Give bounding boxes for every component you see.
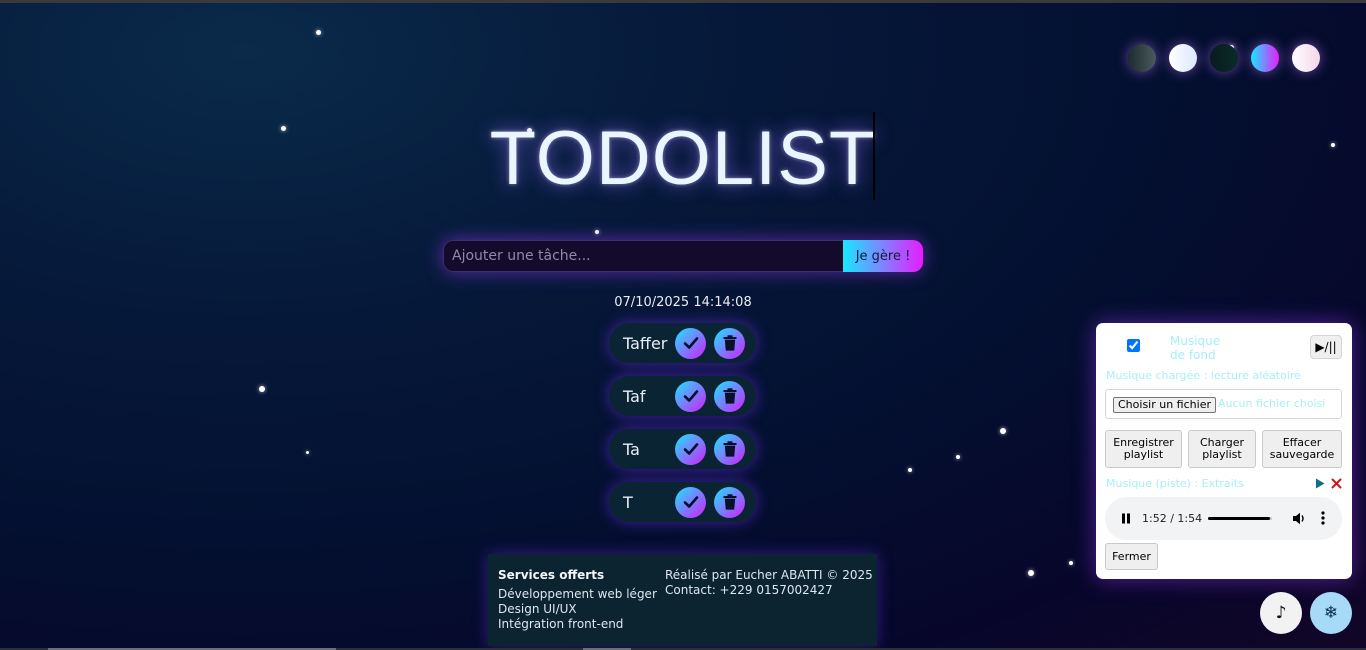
- trash-icon: [723, 388, 736, 404]
- theme-swatch-neon[interactable]: [1251, 44, 1279, 72]
- check-icon: [683, 496, 698, 508]
- background-music-checkbox[interactable]: [1127, 339, 1140, 352]
- complete-task-button[interactable]: [675, 327, 706, 359]
- trash-icon: [723, 441, 736, 457]
- service-item: Design UI/UX: [498, 602, 577, 616]
- snowflake-dot: [1028, 570, 1034, 576]
- snowflake-dot: [956, 455, 960, 459]
- remove-track-icon[interactable]: [1331, 478, 1342, 489]
- check-icon: [683, 337, 698, 349]
- snowflake-dot: [1000, 428, 1006, 434]
- add-task-button[interactable]: Je gère !: [843, 240, 923, 272]
- load-playlist-button[interactable]: Charger playlist: [1188, 430, 1256, 468]
- check-icon: [683, 390, 698, 402]
- snowflake-dot: [306, 451, 309, 454]
- music-status-text: Musique chargée : lecture aléatoire: [1106, 369, 1301, 382]
- task-input[interactable]: [443, 240, 843, 272]
- theme-swatch-deep-teal[interactable]: [1210, 44, 1238, 72]
- more-options-icon[interactable]: [1321, 511, 1325, 525]
- task-item: Ta: [609, 429, 756, 469]
- complete-task-button[interactable]: [675, 433, 706, 465]
- audio-progress-bar[interactable]: [1208, 517, 1272, 520]
- delete-task-button[interactable]: [714, 433, 745, 465]
- file-picker: Choisir un fichier Aucun fichier choisi: [1105, 389, 1342, 419]
- save-playlist-button[interactable]: Enregistrer playlist: [1105, 430, 1182, 468]
- service-item: Développement web léger: [498, 587, 657, 601]
- choose-file-button[interactable]: Choisir un fichier: [1113, 397, 1216, 413]
- browser-top-edge: [0, 0, 1366, 3]
- delete-task-button[interactable]: [714, 380, 745, 412]
- task-label: Taffer: [623, 333, 668, 353]
- complete-task-button[interactable]: [675, 380, 706, 412]
- current-datetime: 07/10/2025 14:14:08: [614, 295, 752, 310]
- music-panel: Musique de fond ▶/|| Musique chargée : l…: [1096, 323, 1352, 579]
- service-item: Intégration front-end: [498, 617, 624, 631]
- trash-icon: [723, 335, 736, 351]
- audio-progress-fill: [1208, 517, 1271, 520]
- footer: Services offerts Développement web léger…: [488, 554, 877, 646]
- services-heading: Services offerts: [498, 568, 605, 582]
- task-label: Ta: [623, 439, 640, 459]
- contact-text: Contact: +229 0157002427: [665, 583, 833, 597]
- snowflake-icon: ❄: [1323, 603, 1339, 623]
- task-label: Taf: [623, 386, 646, 406]
- delete-task-button[interactable]: [714, 486, 745, 518]
- music-toggle-button[interactable]: ♪: [1260, 592, 1302, 634]
- play-track-icon[interactable]: [1315, 478, 1325, 489]
- services-column: Services offerts Développement web léger…: [498, 568, 657, 632]
- theme-swatch-dark-slate[interactable]: [1128, 44, 1156, 72]
- music-note-icon: ♪: [1275, 603, 1287, 623]
- snowflake-dot: [1069, 561, 1073, 565]
- snowflake-dot: [908, 468, 912, 472]
- add-task-form: Je gère !: [443, 240, 923, 272]
- task-item: Taf: [609, 376, 756, 416]
- task-item: T: [609, 482, 756, 522]
- snowflake-dot: [316, 30, 321, 35]
- background-music-label: Musique de fond: [1170, 334, 1221, 362]
- credit-text: Réalisé par Eucher ABATTI © 2025: [665, 568, 873, 582]
- credits-column: Réalisé par Eucher ABATTI © 2025 Contact…: [665, 568, 873, 598]
- clear-save-button[interactable]: Effacer sauvegarde: [1262, 430, 1342, 468]
- file-status-text: Aucun fichier choisi: [1218, 397, 1326, 410]
- trash-icon: [723, 494, 736, 510]
- text-cursor: [873, 112, 875, 200]
- snowflake-dot: [259, 386, 265, 392]
- delete-task-button[interactable]: [714, 327, 745, 359]
- pause-icon[interactable]: [1121, 513, 1131, 524]
- page-title: TODOLIST: [489, 116, 877, 201]
- play-pause-button[interactable]: ▶/||: [1310, 335, 1342, 359]
- task-label: T: [623, 492, 633, 512]
- audio-player: 1:52 / 1:54: [1105, 497, 1342, 540]
- theme-switcher: [1128, 44, 1320, 72]
- track-name: Musique (piste) : Extraits: [1106, 477, 1244, 490]
- complete-task-button[interactable]: [675, 486, 706, 518]
- theme-swatch-blush[interactable]: [1292, 44, 1320, 72]
- theme-swatch-frost[interactable]: [1169, 44, 1197, 72]
- volume-icon[interactable]: [1292, 512, 1306, 525]
- close-panel-button[interactable]: Fermer: [1105, 543, 1158, 570]
- audio-time-display: 1:52 / 1:54: [1142, 512, 1203, 525]
- snow-toggle-button[interactable]: ❄: [1310, 592, 1352, 634]
- task-item: Taffer: [609, 323, 756, 363]
- check-icon: [683, 443, 698, 455]
- snowflake-dot: [595, 230, 599, 234]
